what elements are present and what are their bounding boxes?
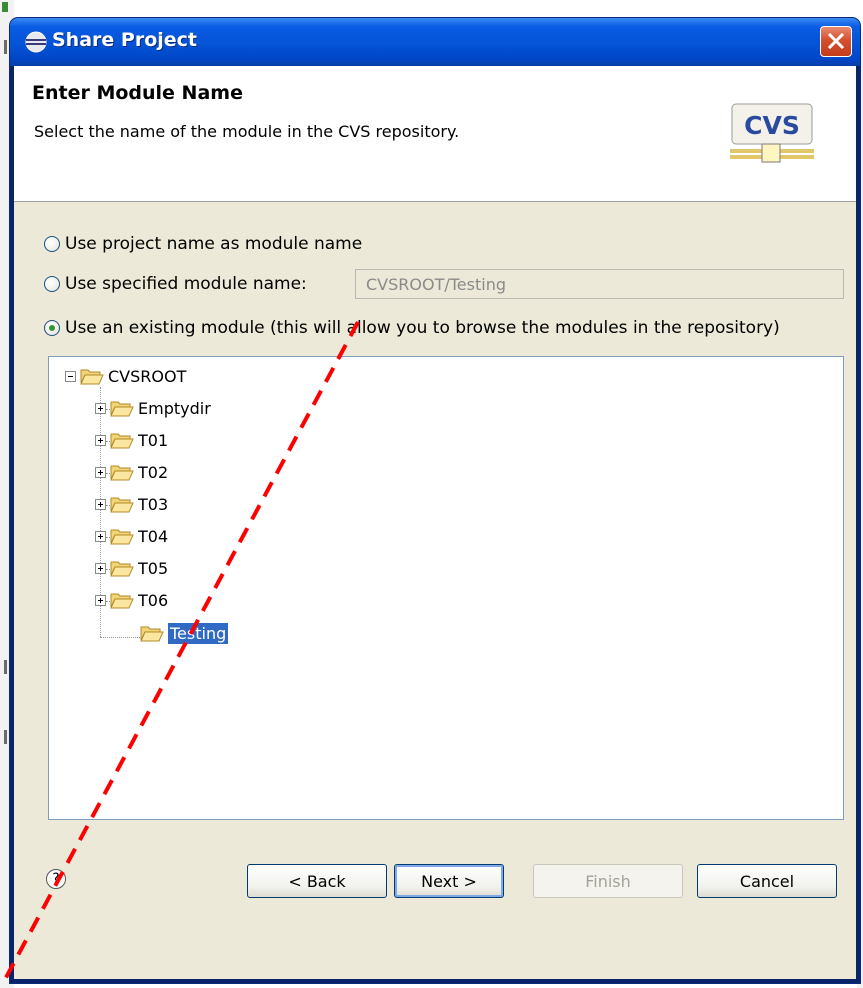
radio-specified-name[interactable]: Use specified module name: xyxy=(44,272,307,296)
close-icon xyxy=(827,32,845,50)
tree-node-label: T05 xyxy=(138,558,169,578)
wizard-header: Enter Module Name Select the name of the… xyxy=(14,66,856,202)
folder-open-icon xyxy=(110,497,134,513)
tree-node-selected[interactable]: Testing xyxy=(136,621,229,645)
background-marker xyxy=(4,730,7,744)
folder-open-icon xyxy=(110,593,134,609)
module-tree[interactable]: CVSROOT Emptydir T01 T02 T03 T04 T05 T06… xyxy=(48,356,844,820)
radio-existing-module[interactable]: Use an existing module (this will allow … xyxy=(44,316,780,340)
tree-node[interactable]: T02 xyxy=(95,460,168,484)
tree-node-label: T01 xyxy=(138,430,169,450)
radio-label: Use specified module name: xyxy=(65,274,307,294)
dialog-body: Enter Module Name Select the name of the… xyxy=(14,66,856,979)
tree-node-label: T04 xyxy=(138,526,169,546)
window-title: Share Project xyxy=(52,29,197,51)
expand-icon[interactable] xyxy=(95,402,106,414)
radio-button[interactable] xyxy=(44,236,60,252)
tree-node-label: Emptydir xyxy=(138,398,211,418)
tree-node[interactable]: T04 xyxy=(95,524,168,548)
background-marker xyxy=(4,40,7,54)
tree-node-cvsroot[interactable]: CVSROOT xyxy=(65,364,186,388)
tree-node[interactable]: Emptydir xyxy=(95,396,211,420)
page-description: Select the name of the module in the CVS… xyxy=(34,122,460,141)
radio-button-selected[interactable] xyxy=(44,320,60,336)
expand-icon[interactable] xyxy=(95,562,106,574)
folder-open-icon xyxy=(140,626,164,642)
help-button[interactable]: ? xyxy=(46,869,66,889)
tree-node-label: Testing xyxy=(168,622,229,644)
folder-open-icon xyxy=(80,369,104,385)
expand-icon[interactable] xyxy=(95,530,106,542)
folder-open-icon xyxy=(110,561,134,577)
expand-icon[interactable] xyxy=(95,594,106,606)
tree-node[interactable]: T05 xyxy=(95,556,168,580)
share-project-dialog: Share Project Enter Module Name Select t… xyxy=(10,18,860,983)
tree-node-label: T02 xyxy=(138,462,169,482)
page-title: Enter Module Name xyxy=(32,82,243,104)
folder-open-icon xyxy=(110,529,134,545)
tree-node[interactable]: T06 xyxy=(95,588,168,612)
close-button[interactable] xyxy=(820,26,852,57)
next-button[interactable]: Next > xyxy=(394,864,504,898)
tree-node[interactable]: T03 xyxy=(95,492,168,516)
folder-open-icon xyxy=(110,401,134,417)
cancel-button[interactable]: Cancel xyxy=(697,864,837,898)
folder-open-icon xyxy=(110,465,134,481)
back-button[interactable]: < Back xyxy=(247,864,387,898)
tree-connector xyxy=(100,637,140,638)
folder-open-icon xyxy=(110,433,134,449)
finish-button[interactable]: Finish xyxy=(533,864,683,898)
tree-node-label: CVSROOT xyxy=(108,366,187,386)
cvs-logo-icon: CVS xyxy=(730,103,814,163)
background-marker xyxy=(2,2,8,12)
radio-label: Use project name as module name xyxy=(65,234,363,254)
cvs-logo-text: CVS xyxy=(744,111,800,140)
expand-icon[interactable] xyxy=(95,498,106,510)
radio-label: Use an existing module (this will allow … xyxy=(65,318,780,338)
expand-icon[interactable] xyxy=(95,466,106,478)
tree-node[interactable]: T01 xyxy=(95,428,168,452)
collapse-icon[interactable] xyxy=(65,370,76,382)
tree-node-label: T06 xyxy=(138,590,169,610)
module-name-field[interactable]: CVSROOT/Testing xyxy=(355,269,844,299)
tree-node-label: T03 xyxy=(138,494,169,514)
title-bar[interactable]: Share Project xyxy=(10,18,860,66)
radio-button[interactable] xyxy=(44,276,60,292)
radio-project-name[interactable]: Use project name as module name xyxy=(44,232,362,256)
expand-icon[interactable] xyxy=(95,434,106,446)
eclipse-icon xyxy=(25,31,47,53)
background-marker xyxy=(4,660,7,674)
